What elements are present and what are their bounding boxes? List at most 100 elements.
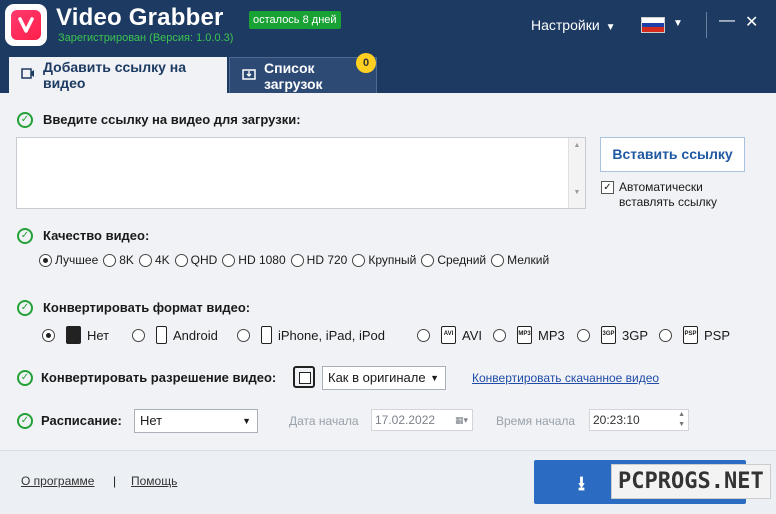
settings-menu[interactable]: Настройки ▼ — [531, 17, 616, 33]
format-option-3gp[interactable]: 3GP 3GP — [577, 326, 648, 344]
quality-label: Качество видео: — [43, 228, 150, 243]
resolution-select-value: Как в оригинале — [328, 370, 426, 385]
tab-add-link[interactable]: Добавить ссылку на видео — [9, 57, 227, 93]
quality-option-label: Лучшее — [55, 253, 99, 267]
radio-button[interactable] — [290, 253, 304, 267]
radio-button[interactable] — [132, 328, 145, 342]
resolution-icon — [293, 366, 315, 388]
quality-option-label: 4K — [154, 253, 170, 267]
settings-label: Настройки — [531, 17, 600, 33]
format-option-mp3[interactable]: MP3 MP3 — [493, 326, 565, 344]
radio-button[interactable] — [417, 328, 430, 342]
start-date-value: 17.02.2022 — [375, 413, 436, 427]
start-time-value: 20:23:10 — [593, 413, 640, 427]
app-title: Video Grabber — [56, 4, 224, 31]
url-section-label: Введите ссылку на видео для загрузки: — [43, 112, 301, 127]
close-button[interactable]: ✕ — [745, 12, 758, 32]
radio-button[interactable] — [237, 328, 250, 342]
format-option-none[interactable]: Нет — [42, 326, 109, 344]
chevron-down-icon[interactable]: ▼ — [673, 18, 683, 29]
quality-option-qhd[interactable]: QHD — [174, 253, 218, 267]
divider — [706, 12, 707, 38]
url-input[interactable]: ▲ ▼ — [16, 137, 586, 209]
format-option-label: AVI — [462, 327, 482, 343]
quality-option-small[interactable]: Мелкий — [491, 253, 549, 267]
quality-option-label: Крупный — [368, 253, 417, 267]
start-date-label: Дата начала — [289, 414, 359, 428]
calendar-icon: ▦▾ — [454, 415, 468, 425]
start-date-input[interactable]: 17.02.2022 ▦▾ — [371, 409, 473, 431]
format-option-psp[interactable]: PSP PSP — [659, 326, 730, 344]
format-option-avi[interactable]: AVI AVI — [417, 326, 482, 344]
iphone-icon — [261, 326, 272, 344]
quality-option-large[interactable]: Крупный — [352, 253, 416, 267]
quality-option-hd1080[interactable]: HD 1080 — [222, 253, 286, 267]
quality-option-label: HD 720 — [306, 253, 348, 267]
chevron-down-icon: ▼ — [605, 22, 616, 33]
radio-button[interactable] — [39, 253, 52, 267]
quality-option-label: HD 1080 — [238, 253, 286, 267]
registration-status: Зарегистрирован (Версия: 1.0.0.3) — [58, 32, 234, 44]
spinner-icon[interactable]: ▲ ▼ — [678, 410, 685, 430]
about-link[interactable]: О программе — [21, 474, 94, 488]
radio-button[interactable] — [352, 253, 366, 267]
paste-link-button[interactable]: Вставить ссылку — [600, 137, 745, 172]
radio-button[interactable] — [493, 328, 506, 342]
minimize-button[interactable]: — — [719, 12, 735, 30]
schedule-select[interactable]: Нет ▼ — [134, 409, 258, 433]
psp-file-icon: PSP — [683, 326, 698, 344]
radio-button[interactable] — [222, 253, 236, 267]
check-circle-icon: ✓ — [17, 413, 33, 429]
quality-option-label: Мелкий — [507, 253, 550, 267]
quality-option-label: 8K — [119, 253, 134, 267]
check-circle-icon: ✓ — [17, 300, 33, 316]
radio-button[interactable] — [42, 328, 55, 342]
schedule-label: Расписание: — [41, 413, 122, 428]
start-time-input[interactable]: 20:23:10 ▲ ▼ — [589, 409, 689, 431]
video-icon — [21, 68, 35, 82]
auto-paste-checkbox[interactable]: ✓ — [601, 181, 614, 194]
format-option-android[interactable]: Android — [132, 326, 218, 344]
trial-badge: осталось 8 дней — [249, 11, 341, 29]
format-option-label: iPhone, iPad, iPod — [278, 327, 385, 343]
scrollbar[interactable]: ▲ ▼ — [568, 138, 585, 208]
check-circle-icon: ✓ — [17, 370, 33, 386]
tab-downloads[interactable]: Список загрузок — [229, 57, 377, 93]
radio-button[interactable] — [421, 253, 435, 267]
chevron-down-icon: ▼ — [430, 373, 439, 383]
format-option-label: Нет — [87, 327, 110, 343]
download-icon: ⭳ — [578, 473, 585, 495]
help-link[interactable]: Помощь — [131, 474, 177, 488]
check-circle-icon: ✓ — [17, 228, 33, 244]
auto-paste-label-line1: Автоматически — [619, 180, 703, 194]
quality-option-label: QHD — [190, 253, 218, 267]
language-flag-icon[interactable] — [641, 17, 665, 33]
radio-button[interactable] — [174, 253, 188, 267]
convert-downloaded-link[interactable]: Конвертировать скачанное видео — [472, 371, 659, 385]
format-option-label: MP3 — [538, 327, 565, 343]
format-option-iphone[interactable]: iPhone, iPad, iPod — [237, 326, 385, 344]
format-option-label: Android — [173, 327, 218, 343]
check-circle-icon: ✓ — [17, 112, 33, 128]
footer-separator: | — [113, 474, 117, 488]
radio-button[interactable] — [103, 253, 117, 267]
app-logo — [5, 4, 47, 46]
quality-option-label: Средний — [437, 253, 487, 267]
resolution-select[interactable]: Как в оригинале ▼ — [322, 366, 446, 390]
convert-format-label: Конвертировать формат видео: — [43, 300, 251, 315]
no-conversion-icon — [66, 326, 81, 344]
radio-button[interactable] — [577, 328, 590, 342]
quality-option-hd720[interactable]: HD 720 — [290, 253, 348, 267]
radio-button[interactable] — [491, 253, 505, 267]
quality-option-4k[interactable]: 4K — [138, 253, 170, 267]
phone-icon — [156, 326, 167, 344]
radio-button[interactable] — [138, 253, 152, 267]
convert-resolution-label: Конвертировать разрешение видео: — [41, 370, 277, 385]
quality-option-medium[interactable]: Средний — [421, 253, 486, 267]
tab-add-link-label: Добавить ссылку на видео — [43, 59, 187, 91]
quality-option-best[interactable]: Лучшее — [39, 253, 98, 267]
radio-button[interactable] — [659, 328, 672, 342]
quality-option-8k[interactable]: 8K — [103, 253, 134, 267]
downloads-count-badge: 0 — [356, 53, 376, 73]
start-time-label: Время начала — [496, 414, 576, 428]
